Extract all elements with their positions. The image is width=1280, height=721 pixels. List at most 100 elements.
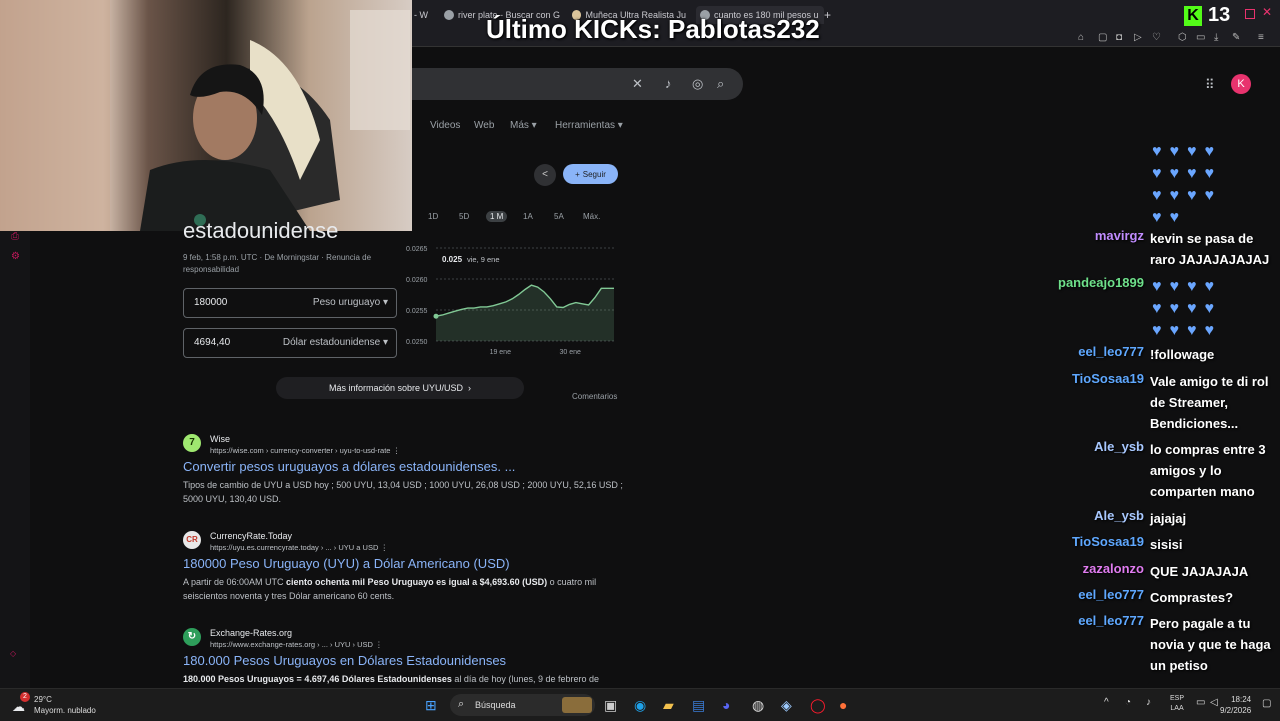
play-icon[interactable]: ▷ bbox=[1134, 32, 1142, 43]
result-title-link[interactable]: 180000 Peso Uruguayo (UYU) a Dólar Ameri… bbox=[183, 556, 510, 571]
close-window-icon[interactable]: ✕ bbox=[1262, 5, 1272, 19]
sidebar-icon[interactable]: ⎙ bbox=[11, 231, 19, 242]
lens-icon[interactable]: ◎ bbox=[692, 76, 703, 92]
chat-username[interactable]: Ale_ysb bbox=[1094, 439, 1144, 454]
nav-herramientas[interactable]: Herramientas ▾ bbox=[555, 120, 623, 131]
camera-icon[interactable]: ◘ bbox=[1116, 32, 1122, 43]
result-url: https://www.exchange-rates.org › ... › U… bbox=[210, 640, 383, 649]
result-url-text: https://uyu.es.currencyrate.today › ... … bbox=[210, 543, 379, 552]
chart-y-tick-label: 0.0260 bbox=[406, 277, 428, 284]
from-currency-select[interactable]: Peso uruguayo ▾ bbox=[313, 297, 388, 308]
settings-icon[interactable]: ⚙ bbox=[11, 251, 20, 262]
range-1d[interactable]: 1D bbox=[428, 212, 438, 221]
menu-icon[interactable]: ≡ bbox=[1258, 32, 1264, 43]
screenshot-icon[interactable]: ▢ bbox=[1098, 32, 1107, 43]
obs-icon[interactable]: ◍ bbox=[752, 697, 764, 714]
google-apps-icon[interactable]: ⠿ bbox=[1205, 77, 1215, 93]
weather-widget[interactable]: 29°C Mayorm. nublado bbox=[34, 694, 96, 716]
webcam-feed bbox=[0, 0, 412, 231]
chat-username[interactable]: zazalonzo bbox=[1083, 561, 1144, 576]
chat-text: Comprastes? bbox=[1150, 590, 1234, 605]
network-icon[interactable]: ▭ bbox=[1196, 697, 1205, 708]
result-snippet: A partir de 06:00AM UTC ciento ochenta m… bbox=[183, 575, 623, 603]
microphone-icon[interactable]: ♪ bbox=[665, 76, 672, 91]
ai-icon[interactable]: ✎ bbox=[1232, 32, 1240, 43]
new-tab-button[interactable]: + bbox=[824, 6, 836, 24]
steam-icon[interactable]: ◈ bbox=[781, 697, 792, 714]
chat-username[interactable]: TioSosaa19 bbox=[1072, 534, 1144, 549]
snippet-bold: ciento ochenta mil Peso Uruguayo es igua… bbox=[286, 577, 548, 587]
store-icon[interactable]: ▤ bbox=[692, 697, 705, 714]
nav-web[interactable]: Web bbox=[474, 120, 494, 131]
result-title-link[interactable]: Convertir pesos uruguayos a dólares esta… bbox=[183, 459, 515, 474]
range-1m[interactable]: 1 M bbox=[486, 211, 508, 222]
heart-icon[interactable]: ♡ bbox=[1152, 32, 1161, 43]
layout-code: LAA bbox=[1170, 705, 1184, 712]
to-amount-field[interactable]: 4694,40 Dólar estadounidense ▾ bbox=[183, 328, 397, 358]
chart-tooltip-value: 0.025 bbox=[442, 255, 463, 264]
file-explorer-icon[interactable]: ▰ bbox=[663, 697, 674, 714]
bookmark-icon[interactable]: ⌂ bbox=[1078, 32, 1084, 43]
avatar[interactable]: K bbox=[1231, 74, 1251, 94]
range-5a[interactable]: 5A bbox=[554, 212, 564, 221]
exchange-rates-icon: ↻ bbox=[183, 628, 201, 646]
chat-username[interactable]: eel_leo777 bbox=[1078, 613, 1144, 628]
share-icon[interactable]: < bbox=[534, 164, 556, 186]
chevron-right-icon: › bbox=[468, 383, 472, 393]
chat-username[interactable]: eel_leo777 bbox=[1078, 587, 1144, 602]
discord-icon[interactable]: ◕ bbox=[722, 697, 730, 713]
more-options-icon[interactable]: ⋮ bbox=[381, 543, 389, 552]
download-icon[interactable]: ⤓ bbox=[1214, 32, 1218, 43]
comments-link[interactable]: Comentarios bbox=[572, 392, 617, 401]
chat-username[interactable]: mavirgz bbox=[1095, 228, 1144, 243]
windows-start-icon[interactable]: ⊞ bbox=[425, 697, 437, 714]
google-icon bbox=[444, 10, 454, 20]
weather-icon[interactable]: ☁ bbox=[12, 699, 25, 715]
chart-y-tick-label: 0.0255 bbox=[406, 308, 428, 315]
tray-chevron-icon[interactable]: ^ bbox=[1104, 697, 1109, 708]
clear-icon[interactable]: ✕ bbox=[632, 76, 643, 92]
result-title-link[interactable]: 180.000 Pesos Uruguayos en Dólares Estad… bbox=[183, 653, 506, 668]
extensions-icon[interactable]: ⬡ bbox=[1178, 32, 1187, 43]
wallet-icon[interactable]: ▭ bbox=[1196, 32, 1205, 43]
chat-username[interactable]: eel_leo777 bbox=[1078, 344, 1144, 359]
sidebar-icon-bottom[interactable]: ◇ bbox=[10, 649, 16, 658]
language-indicator[interactable]: ESP LAA bbox=[1170, 694, 1184, 714]
opera-gx-icon[interactable]: ◯ bbox=[810, 697, 826, 714]
more-options-icon[interactable]: ⋮ bbox=[393, 446, 401, 455]
edge-icon[interactable]: ◉ bbox=[634, 697, 646, 714]
chat-username[interactable]: Ale_ysb bbox=[1094, 508, 1144, 523]
more-options-icon[interactable]: ⋮ bbox=[375, 640, 383, 649]
range-1a[interactable]: 1A bbox=[523, 212, 533, 221]
taskbar-search[interactable]: ⌕ Búsqueda bbox=[450, 694, 595, 716]
task-view-icon[interactable]: ▣ bbox=[604, 697, 617, 714]
search-icon[interactable]: ⌕ bbox=[717, 76, 724, 92]
result-site: Wise bbox=[210, 434, 230, 444]
weather-desc: Mayorm. nublado bbox=[34, 706, 96, 715]
result-url: https://wise.com › currency-converter › … bbox=[210, 446, 400, 455]
currencyrate-icon: CR bbox=[183, 531, 201, 549]
microphone-icon[interactable]: ♪ bbox=[1146, 697, 1151, 708]
snippet-bold: 180.000 Pesos Uruguayos = 4.697,46 Dólar… bbox=[183, 674, 452, 684]
taskbar: 2 ☁ 29°C Mayorm. nublado ⊞ ⌕ Búsqueda ▣ ◉… bbox=[0, 688, 1280, 721]
chat-username[interactable]: pandeajo1899 bbox=[1058, 275, 1144, 290]
chat-emotes: ♥♥♥♥ ♥♥♥♥ ♥♥♥♥ ♥♥ bbox=[1152, 143, 1222, 226]
range-5d[interactable]: 5D bbox=[459, 212, 469, 221]
notifications-icon[interactable]: ▢ bbox=[1262, 698, 1271, 709]
firefox-icon[interactable]: ● bbox=[839, 697, 847, 713]
chat-username[interactable]: TioSosaa19 bbox=[1072, 371, 1144, 386]
nav-mas[interactable]: Más ▾ bbox=[510, 120, 537, 131]
more-info-button[interactable]: Más información sobre UYU/USD › bbox=[276, 377, 524, 399]
system-clock[interactable]: 18:24 9/2/2026 bbox=[1220, 694, 1251, 716]
search-input[interactable]: ✕ ♪ ◎ ⌕ bbox=[412, 68, 743, 100]
volume-icon[interactable]: ◁ bbox=[1210, 697, 1218, 708]
tray-app-icon[interactable]: ◔ bbox=[1125, 697, 1131, 708]
range-max[interactable]: Máx. bbox=[583, 212, 600, 221]
to-currency-select[interactable]: Dólar estadounidense ▾ bbox=[283, 337, 388, 348]
from-amount-field[interactable]: 180000 Peso uruguayo ▾ bbox=[183, 288, 397, 318]
maximize-icon[interactable] bbox=[1245, 9, 1255, 19]
follow-button[interactable]: + Seguir bbox=[563, 164, 618, 184]
nav-videos[interactable]: Videos bbox=[430, 120, 460, 131]
tab-1[interactable]: - W bbox=[414, 6, 434, 24]
webcam-image bbox=[0, 0, 410, 231]
